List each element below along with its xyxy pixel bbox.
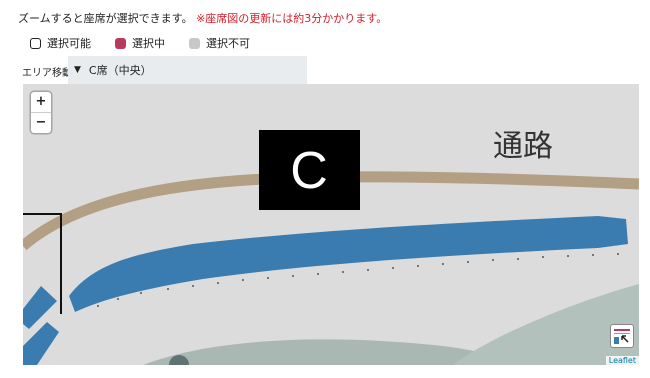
minimap-icon — [614, 329, 630, 344]
legend-available-label: 選択可能 — [47, 37, 91, 50]
seat-legend: 選択可能 選択中 選択不可 — [30, 35, 274, 51]
dropdown-arrow-icon: ▼ — [74, 65, 81, 75]
area-selected-value: C席（中央） — [88, 64, 152, 77]
seat-block-left[interactable] — [23, 286, 57, 329]
legend-available: 選択可能 — [30, 35, 91, 51]
zoom-out-button[interactable]: − — [31, 112, 51, 133]
seat-map[interactable]: C 通路 + − Leaflet — [23, 84, 639, 365]
legend-selected: 選択中 — [115, 35, 165, 51]
aisle-label: 通路 — [493, 129, 553, 164]
legend-unavailable: 選択不可 — [189, 35, 250, 51]
zoom-notice: ズームすると座席が選択できます。 ※座席図の更新には約3分かかります。 — [18, 10, 387, 26]
minimap-toggle-button[interactable] — [610, 324, 634, 348]
seat-block-c[interactable] — [69, 216, 628, 312]
section-c-label: C — [290, 142, 328, 200]
unavailable-swatch-icon — [189, 37, 200, 49]
legend-selected-label: 選択中 — [132, 37, 165, 50]
area-select[interactable]: ▼ C席（中央） — [68, 56, 307, 84]
map-attribution[interactable]: Leaflet — [605, 356, 639, 365]
area-move-label: エリア移動 — [22, 68, 72, 79]
seat-map-canvas: C 通路 — [23, 129, 639, 365]
update-warning: ※座席図の更新には約3分かかります。 — [196, 12, 388, 25]
zoom-in-button[interactable]: + — [31, 92, 51, 112]
available-swatch-icon — [30, 37, 41, 49]
legend-unavailable-label: 選択不可 — [206, 37, 250, 50]
zoom-control: + − — [31, 92, 51, 133]
zoom-notice-text: ズームすると座席が選択できます。 — [18, 12, 193, 25]
selected-swatch-icon — [115, 37, 126, 49]
